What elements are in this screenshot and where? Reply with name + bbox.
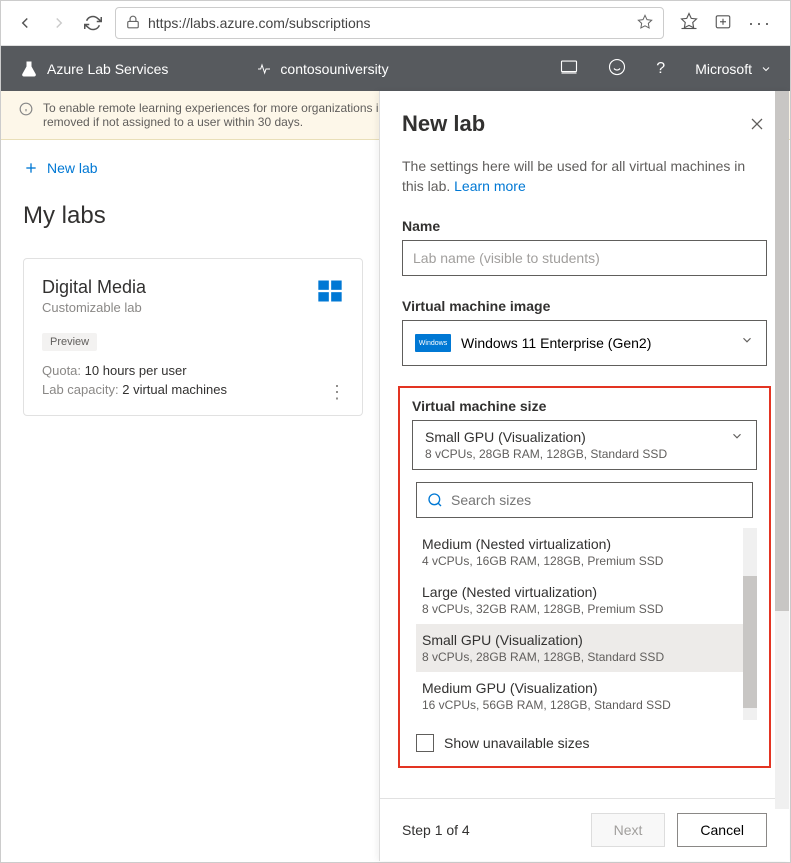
info-icon xyxy=(19,102,33,129)
size-option-name: Large (Nested virtualization) xyxy=(422,584,747,600)
panel-description: The settings here will be used for all v… xyxy=(402,157,767,196)
more-icon[interactable]: ··· xyxy=(748,13,772,34)
show-unavailable-label: Show unavailable sizes xyxy=(444,735,590,751)
org-icon xyxy=(256,61,272,77)
search-icon xyxy=(427,492,443,508)
lab-card[interactable]: Digital Media Customizable lab Preview Q… xyxy=(23,258,363,416)
lab-quota: Quota: 10 hours per user xyxy=(42,363,344,378)
lab-icon xyxy=(19,59,39,79)
lab-name: Digital Media xyxy=(42,277,344,298)
collections-icon[interactable] xyxy=(714,12,732,35)
cancel-button[interactable]: Cancel xyxy=(677,813,767,847)
size-option-spec: 16 vCPUs, 56GB RAM, 128GB, Standard SSD xyxy=(422,698,747,712)
size-option-name: Medium (Nested virtualization) xyxy=(422,536,747,552)
azure-header: Azure Lab Services contosouniversity ? M… xyxy=(1,46,790,91)
image-label: Virtual machine image xyxy=(402,298,767,314)
product-logo[interactable]: Azure Lab Services xyxy=(19,59,168,79)
address-bar[interactable]: https://labs.azure.com/subscriptions xyxy=(115,7,664,39)
size-option-spec: 8 vCPUs, 28GB RAM, 128GB, Standard SSD xyxy=(422,650,747,664)
size-list: Medium (Nested virtualization) 4 vCPUs, 1… xyxy=(416,528,753,720)
account-name: Microsoft xyxy=(695,61,752,77)
windows-badge: Windows xyxy=(415,334,451,352)
lab-more-button[interactable]: ⋮ xyxy=(328,382,348,403)
lab-capacity: Lab capacity: 2 virtual machines xyxy=(42,382,344,397)
show-unavailable-checkbox[interactable] xyxy=(416,734,434,752)
chevron-down-icon xyxy=(740,333,754,352)
monitor-icon[interactable] xyxy=(560,58,578,79)
star-add-icon[interactable] xyxy=(637,14,653,33)
panel-scrollbar[interactable] xyxy=(775,91,789,809)
browser-toolbar: https://labs.azure.com/subscriptions ··· xyxy=(1,1,790,46)
org-selector[interactable]: contosouniversity xyxy=(256,61,388,77)
new-lab-button[interactable]: New lab xyxy=(23,156,98,180)
size-search[interactable] xyxy=(416,482,753,518)
new-lab-panel: New lab The settings here will be used f… xyxy=(379,91,789,861)
refresh-button[interactable] xyxy=(81,11,105,35)
vm-size-section: Virtual machine size Small GPU (Visualiz… xyxy=(398,386,771,768)
learn-more-link[interactable]: Learn more xyxy=(454,178,526,194)
lab-name-input[interactable] xyxy=(402,240,767,276)
back-button[interactable] xyxy=(13,11,37,35)
product-name: Azure Lab Services xyxy=(47,61,168,77)
step-indicator: Step 1 of 4 xyxy=(402,822,470,838)
size-option[interactable]: Medium (Nested virtualization) 4 vCPUs, 1… xyxy=(416,528,753,576)
size-option-name: Small GPU (Visualization) xyxy=(422,632,747,648)
chevron-down-icon xyxy=(730,429,744,448)
selected-size-spec: 8 vCPUs, 28GB RAM, 128GB, Standard SSD xyxy=(425,447,744,461)
selected-size-name: Small GPU (Visualization) xyxy=(425,429,744,445)
forward-button[interactable] xyxy=(47,11,71,35)
account-menu[interactable]: Microsoft xyxy=(695,61,772,77)
panel-title: New lab xyxy=(402,111,485,137)
vm-size-select[interactable]: Small GPU (Visualization) 8 vCPUs, 28GB … xyxy=(412,420,757,470)
vm-image-value: Windows 11 Enterprise (Gen2) xyxy=(461,335,651,351)
browser-actions: ··· xyxy=(674,12,778,35)
next-button[interactable]: Next xyxy=(591,813,666,847)
size-option[interactable]: Large (Nested virtualization) 8 vCPUs, 32… xyxy=(416,576,753,624)
windows-icon xyxy=(316,277,344,305)
plus-icon xyxy=(23,160,39,176)
size-option-name: Medium GPU (Visualization) xyxy=(422,680,747,696)
help-icon[interactable]: ? xyxy=(656,60,665,78)
name-label: Name xyxy=(402,218,767,234)
size-option[interactable]: Medium GPU (Visualization) 16 vCPUs, 56GB… xyxy=(416,672,753,720)
favorites-icon[interactable] xyxy=(680,12,698,35)
chevron-down-icon xyxy=(760,63,772,75)
size-option-spec: 8 vCPUs, 32GB RAM, 128GB, Premium SSD xyxy=(422,602,747,616)
org-name: contosouniversity xyxy=(280,61,388,77)
panel-footer: Step 1 of 4 Next Cancel xyxy=(380,798,789,861)
size-option[interactable]: Small GPU (Visualization) 8 vCPUs, 28GB R… xyxy=(416,624,753,672)
url-text: https://labs.azure.com/subscriptions xyxy=(148,15,629,31)
lock-icon xyxy=(126,15,140,32)
close-button[interactable] xyxy=(747,114,767,134)
size-search-input[interactable] xyxy=(451,492,742,508)
size-label: Virtual machine size xyxy=(412,398,757,414)
show-unavailable-row[interactable]: Show unavailable sizes xyxy=(416,734,753,752)
feedback-icon[interactable] xyxy=(608,58,626,79)
size-scrollbar[interactable] xyxy=(743,528,757,720)
lab-subtitle: Customizable lab xyxy=(42,300,344,315)
vm-image-select[interactable]: Windows Windows 11 Enterprise (Gen2) xyxy=(402,320,767,366)
size-option-spec: 4 vCPUs, 16GB RAM, 128GB, Premium SSD xyxy=(422,554,747,568)
new-lab-label: New lab xyxy=(47,160,98,176)
lab-tag: Preview xyxy=(42,333,97,351)
